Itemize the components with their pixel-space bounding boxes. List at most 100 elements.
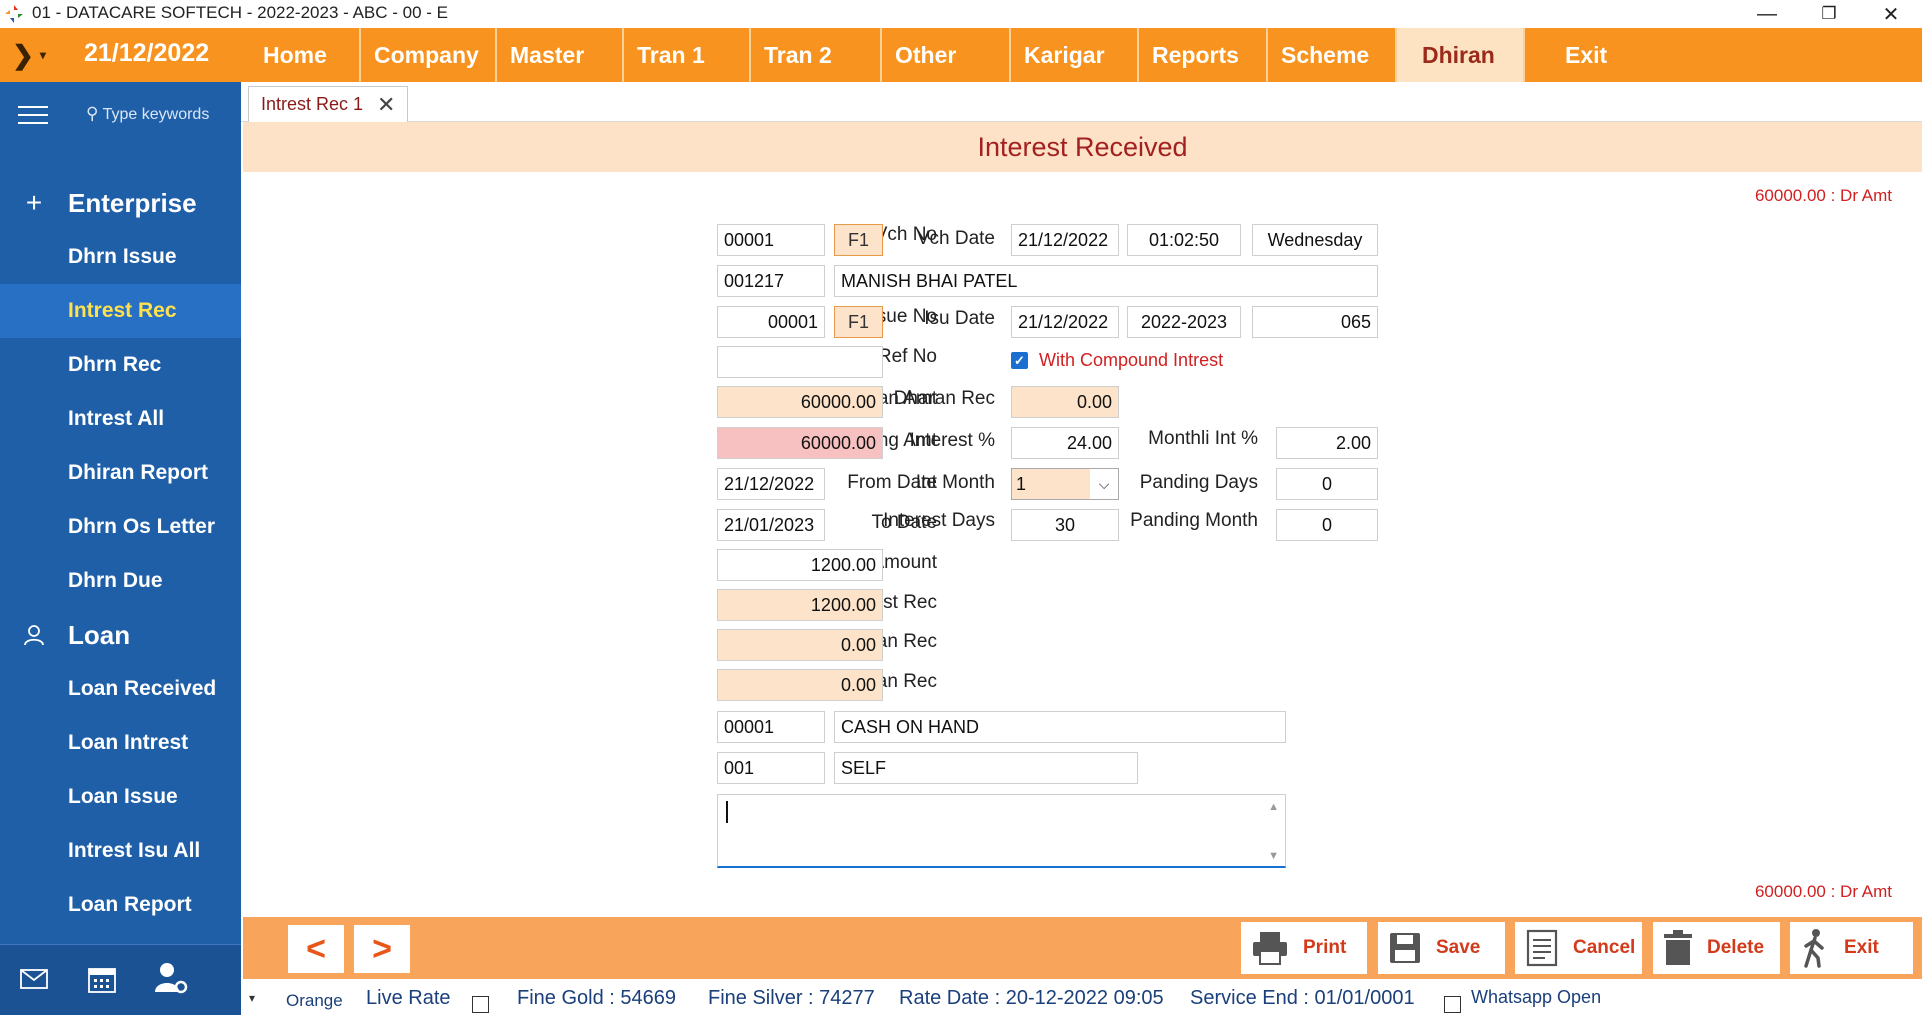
- next-record-button[interactable]: >: [354, 925, 410, 973]
- sidebar-item-dhrn-issue[interactable]: Dhrn Issue: [0, 230, 241, 284]
- vch-no-field[interactable]: 00001: [717, 224, 825, 256]
- sidebar-item-loan-received[interactable]: Loan Received: [0, 662, 241, 716]
- vch-day-field[interactable]: Wednesday: [1252, 224, 1378, 256]
- interest-pct-field[interactable]: 24.00: [1011, 427, 1119, 459]
- interest-days-field[interactable]: 30: [1011, 509, 1119, 541]
- prev-record-button[interactable]: <: [288, 925, 344, 973]
- sidebar-search[interactable]: ⚲ Type keywords: [86, 104, 209, 124]
- scroll-down-icon[interactable]: ▼: [1268, 850, 1279, 862]
- delete-button[interactable]: Delete: [1653, 922, 1780, 974]
- issue-no-field[interactable]: 00001: [717, 306, 825, 338]
- monthli-int-label: Monthli Int %: [1148, 428, 1258, 449]
- current-date: 21/12/2022: [84, 39, 210, 67]
- menu-master[interactable]: Master: [497, 28, 624, 82]
- sidebar-item-loan-intrest[interactable]: Loan Intrest: [0, 716, 241, 770]
- vch-desc-textarea[interactable]: ▲ ▼: [717, 794, 1286, 868]
- sidebar-section-loan[interactable]: Loan: [0, 608, 241, 662]
- exit-button[interactable]: Exit: [1790, 922, 1913, 974]
- save-button[interactable]: Save: [1378, 922, 1505, 974]
- floppy-icon: [1390, 933, 1420, 963]
- sidebar-item-dhrn-due[interactable]: Dhrn Due: [0, 554, 241, 608]
- menu-exit[interactable]: Exit: [1525, 28, 1645, 82]
- restore-button[interactable]: ❐: [1798, 0, 1860, 28]
- close-window-button[interactable]: ✕: [1860, 0, 1922, 28]
- form-header: Interest Received: [243, 122, 1922, 172]
- sidebar-item-loan-report[interactable]: Loan Report: [0, 878, 241, 932]
- menu-tran2[interactable]: Tran 2: [751, 28, 882, 82]
- hamburger-menu-icon[interactable]: [18, 104, 48, 126]
- sidebar-item-intrest-all[interactable]: Intrest All: [0, 392, 241, 446]
- to-date-field[interactable]: 21/01/2023: [717, 509, 825, 541]
- menu-home[interactable]: Home: [250, 28, 361, 82]
- issue-ac-code-field[interactable]: 00001: [717, 711, 825, 743]
- menu-reports[interactable]: Reports: [1139, 28, 1268, 82]
- user-icon: [0, 624, 68, 646]
- sidebar-item-dhiran-report[interactable]: Dhiran Report: [0, 446, 241, 500]
- status-dropdown-icon[interactable]: ▾: [249, 991, 255, 1005]
- dr-amt-bottom: 60000.00 : Dr Amt: [1754, 882, 1892, 901]
- interest-rec-field[interactable]: 1200.00: [717, 589, 883, 621]
- compound-intrest-checkbox[interactable]: ✓: [1011, 352, 1028, 369]
- sidebar-item-loan-issue[interactable]: Loan Issue: [0, 770, 241, 824]
- menu-company[interactable]: Company: [361, 28, 497, 82]
- int-month-select[interactable]: 1 ⌵: [1011, 468, 1119, 500]
- tab-close-icon[interactable]: ✕: [377, 92, 395, 118]
- dhiran-amt-field[interactable]: 60000.00: [717, 386, 883, 418]
- party-code-field[interactable]: 001217: [717, 265, 825, 297]
- menu-scheme[interactable]: Scheme: [1268, 28, 1397, 82]
- panding-days-field[interactable]: 0: [1276, 468, 1378, 500]
- menu-dhiran[interactable]: Dhiran: [1397, 28, 1525, 82]
- ref-no-field[interactable]: [717, 346, 883, 378]
- panding-amt-field[interactable]: 60000.00: [717, 427, 883, 459]
- employee-code-field[interactable]: 001: [717, 752, 825, 784]
- menu-tran1[interactable]: Tran 1: [624, 28, 751, 82]
- tab-intrest-rec-1[interactable]: Intrest Rec 1 ✕: [248, 86, 408, 122]
- vch-time-field[interactable]: 01:02:50: [1127, 224, 1241, 256]
- scroll-up-icon[interactable]: ▲: [1268, 801, 1279, 813]
- sidebar-section-label: Loan: [68, 619, 131, 650]
- monthli-int-field[interactable]: 2.00: [1276, 427, 1378, 459]
- sidebar-item-dhrn-os-letter[interactable]: Dhrn Os Letter: [0, 500, 241, 554]
- sidebar-section-enterprise[interactable]: + Enterprise: [0, 176, 241, 230]
- menu-karigar[interactable]: Karigar: [1011, 28, 1139, 82]
- dharan-rec-field[interactable]: 0.00: [1011, 386, 1119, 418]
- print-button[interactable]: Print: [1241, 922, 1367, 974]
- cancel-label: Cancel: [1573, 937, 1636, 958]
- mail-icon[interactable]: [20, 969, 48, 989]
- panding-month-field[interactable]: 0: [1276, 509, 1378, 541]
- menu-toggle-button[interactable]: ❯ ▾: [0, 28, 58, 82]
- dharan-rec-label: Dharan Rec: [893, 388, 995, 409]
- calendar-icon[interactable]: [88, 965, 116, 993]
- party-name-field[interactable]: MANISH BHAI PATEL: [834, 265, 1378, 297]
- unchak-dhiran-rec-field[interactable]: 0.00: [717, 669, 883, 701]
- status-bar: ▾ Orange Live Rate Fine Gold : 54669 Fin…: [241, 979, 1922, 1015]
- vch-date-field[interactable]: 21/12/2022: [1011, 224, 1119, 256]
- action-toolbar: < > Print Save Cancel Delete Exit: [243, 917, 1922, 979]
- sidebar-item-dhrn-rec[interactable]: Dhrn Rec: [0, 338, 241, 392]
- window-title: 01 - DATACARE SOFTECH - 2022-2023 - ABC …: [32, 3, 449, 22]
- printer-icon: [1253, 932, 1287, 965]
- isu-seq-field[interactable]: 065: [1252, 306, 1378, 338]
- sidebar-item-intrest-rec[interactable]: Intrest Rec: [0, 284, 241, 338]
- from-date-field[interactable]: 21/12/2022: [717, 468, 825, 500]
- int-month-label: Int Month: [915, 472, 995, 493]
- isu-date-field[interactable]: 21/12/2022: [1011, 306, 1119, 338]
- menu-other[interactable]: Other: [882, 28, 1011, 82]
- isu-year-field[interactable]: 2022-2023: [1127, 306, 1241, 338]
- cancel-button[interactable]: Cancel: [1515, 922, 1642, 974]
- dhiran-rec-field[interactable]: 0.00: [717, 629, 883, 661]
- issue-no-f1-button[interactable]: F1: [834, 306, 883, 338]
- issue-ac-name-field[interactable]: CASH ON HAND: [834, 711, 1286, 743]
- employee-name-field[interactable]: SELF: [834, 752, 1138, 784]
- int-month-value: 1: [1012, 469, 1090, 499]
- chevron-down-icon[interactable]: ⌵: [1090, 476, 1118, 493]
- service-end-text: Service End : 01/01/0001: [1190, 987, 1415, 1009]
- theme-label[interactable]: Orange: [286, 991, 343, 1011]
- user-settings-icon[interactable]: [154, 961, 188, 995]
- compound-intrest-option[interactable]: ✓ With Compound Intrest: [1011, 350, 1223, 371]
- int-amount-field[interactable]: 1200.00: [717, 549, 883, 581]
- vch-no-f1-button[interactable]: F1: [834, 224, 883, 256]
- minimize-button[interactable]: —: [1736, 0, 1798, 28]
- sidebar-item-intrest-isu-all[interactable]: Intrest Isu All: [0, 824, 241, 878]
- text-cursor: [726, 801, 728, 823]
